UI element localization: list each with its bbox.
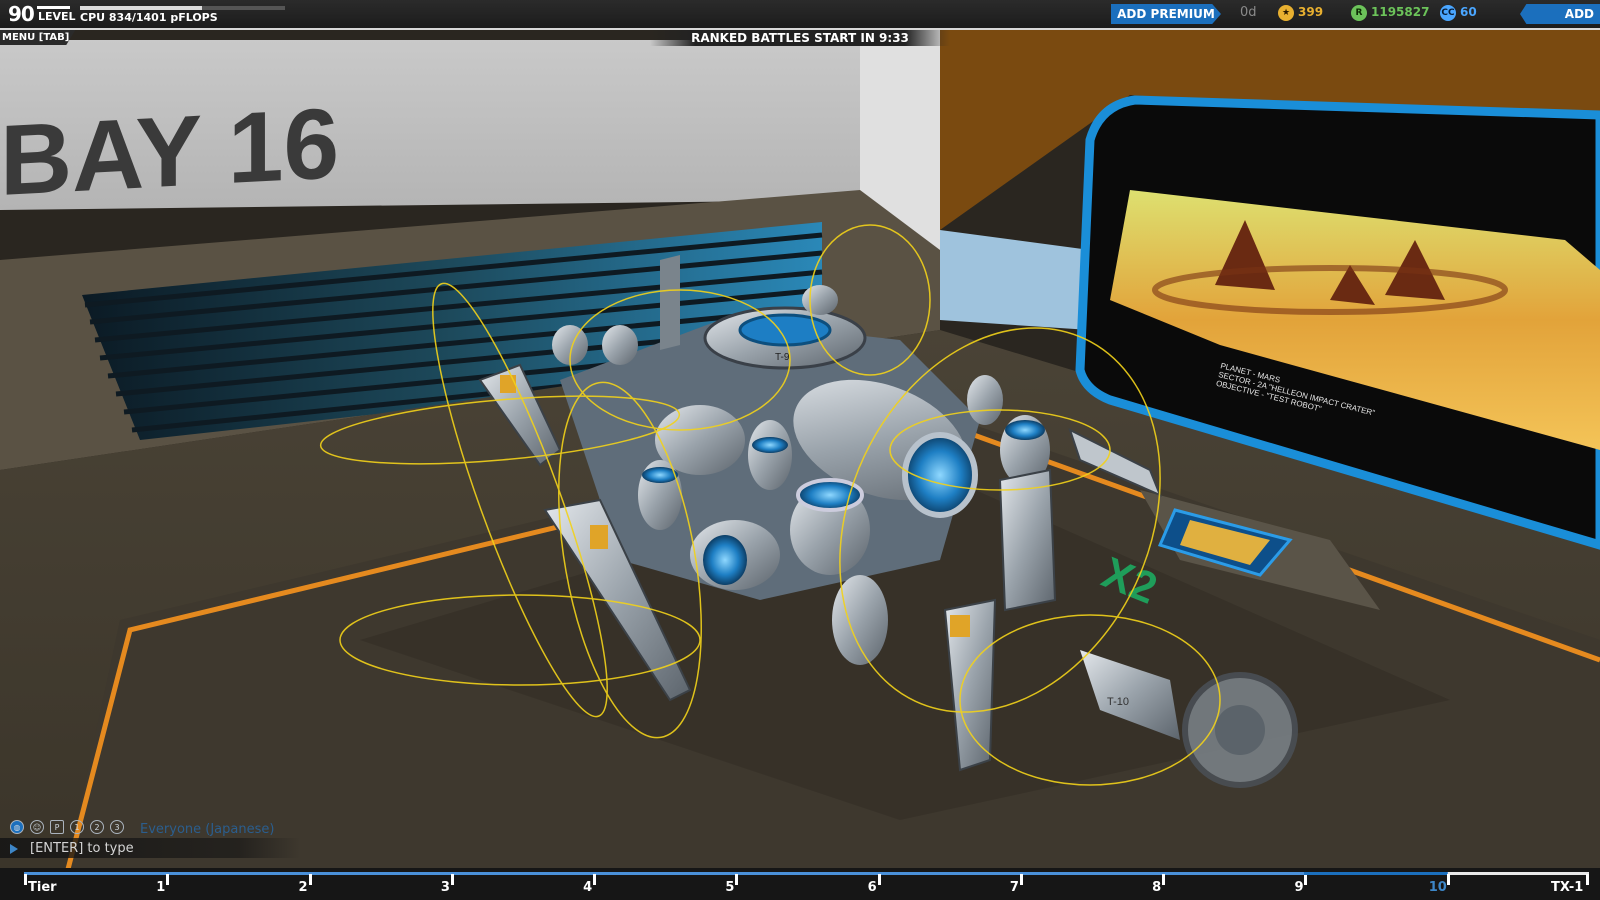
- bay-label: BAY 16: [0, 87, 339, 217]
- tier-tick: [1446, 874, 1450, 885]
- chat-input-hint: [ENTER] to type: [30, 841, 134, 856]
- level-value: 90: [8, 2, 35, 26]
- person-icon[interactable]: ☺: [30, 820, 44, 834]
- star-icon: ★: [1278, 5, 1294, 21]
- p-badge-icon[interactable]: P: [50, 820, 64, 834]
- tier-tick: [735, 874, 739, 885]
- tier-tick: [24, 874, 27, 885]
- cosmetic-credits-icon: CC: [1440, 5, 1456, 21]
- add-funds-button[interactable]: ADD FUNDS: [1520, 4, 1600, 24]
- tier-label: 7: [1009, 880, 1019, 895]
- robot-top-label: T-9: [775, 352, 790, 363]
- tier-label: 2: [298, 880, 308, 895]
- globe-icon[interactable]: ◍: [10, 820, 24, 834]
- premium-days: 0d: [1240, 5, 1257, 20]
- tier-tick: [1019, 874, 1023, 885]
- tier-label: 8: [1152, 880, 1162, 895]
- tier-tick: [877, 874, 881, 885]
- tier-label: 3: [440, 880, 450, 895]
- tier-tick: [1162, 874, 1166, 885]
- tier-highlight-segment: [1304, 872, 1447, 875]
- tier-tick: [166, 874, 170, 885]
- ranked-battles-banner: RANKED BATTLES START IN 9:33: [650, 30, 950, 46]
- tier-tick: [450, 874, 454, 885]
- chat-arrow-icon: [10, 844, 18, 854]
- tier-label: 6: [867, 880, 877, 895]
- cpu-meter: [80, 6, 285, 10]
- party-1-icon[interactable]: 1: [70, 820, 84, 834]
- tier-label: 9: [1294, 880, 1304, 895]
- tier-tick: [593, 874, 597, 885]
- tier-label: 5: [725, 880, 735, 895]
- cpu-label: CPU 834/1401 pFLOPS: [80, 11, 218, 24]
- party-3-icon[interactable]: 3: [110, 820, 124, 834]
- level-label: LEVEL: [38, 10, 76, 23]
- cpu-meter-fill: [80, 6, 203, 10]
- add-premium-button[interactable]: ADD PREMIUM: [1111, 4, 1221, 24]
- tier-tick: [1586, 874, 1589, 885]
- star-currency: 399: [1298, 5, 1324, 19]
- party-2-icon[interactable]: 2: [90, 820, 104, 834]
- tier-label: 10: [1428, 880, 1447, 895]
- top-bar: 90 LEVEL CPU 834/1401 pFLOPS ADD PREMIUM…: [0, 0, 1600, 30]
- garage-scene: BAY 16 PLANET - MARS SECTOR - 2A "HELLEO…: [0, 0, 1600, 900]
- robits-icon: R: [1351, 5, 1367, 21]
- chat-channel-label[interactable]: Everyone (Japanese): [140, 822, 274, 837]
- robot-side-label: T-10: [1107, 696, 1129, 708]
- tier-label: Tier: [28, 880, 57, 895]
- menu-tab-button[interactable]: MENU [TAB]: [0, 30, 76, 45]
- tier-label: TX-1: [1551, 880, 1584, 895]
- cosmetic-credits-currency: 60: [1460, 5, 1477, 19]
- robits-currency: 1195827: [1371, 5, 1430, 19]
- tier-tick: [1304, 874, 1308, 885]
- tier-label: 1: [156, 880, 166, 895]
- level-progress-bar: [37, 6, 70, 9]
- tier-label: 4: [583, 880, 593, 895]
- tier-tick: [308, 874, 312, 885]
- chat-channel-icons: ◍ ☺ P 1 2 3: [10, 820, 130, 838]
